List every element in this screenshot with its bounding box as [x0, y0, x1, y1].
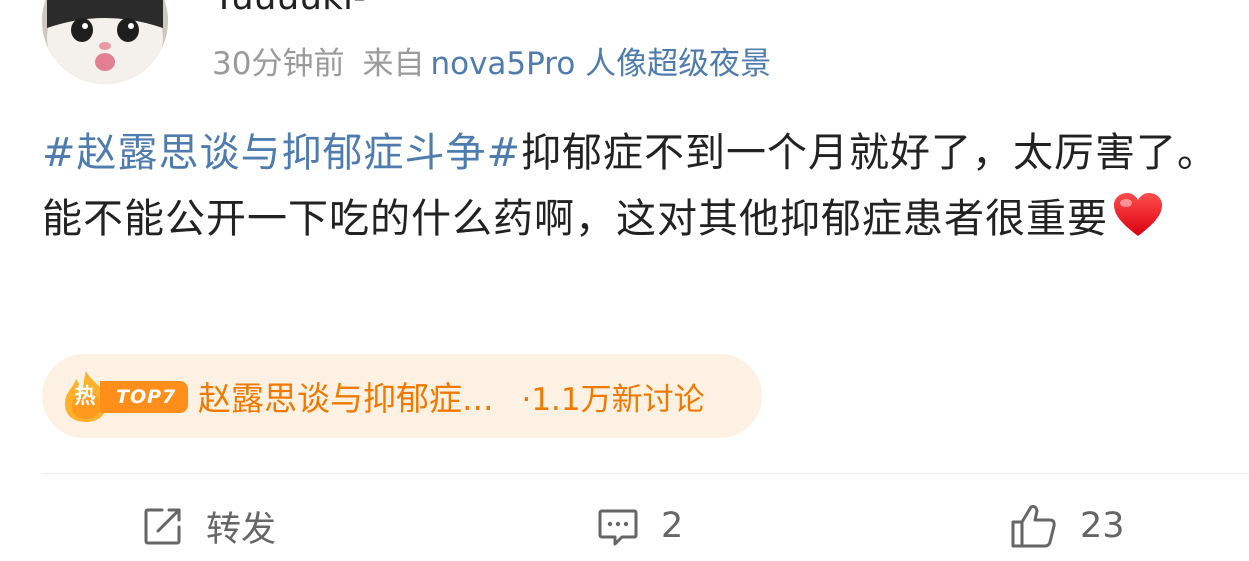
post-time: 30分钟前 — [212, 46, 345, 82]
red-heart-icon — [1112, 192, 1164, 258]
hot-topic-title: 赵露思谈与抑郁症... — [198, 379, 494, 418]
divider — [42, 473, 1249, 474]
comment-count: 2 — [661, 506, 684, 546]
repost-button[interactable]: 转发 — [142, 503, 277, 550]
comment-button[interactable]: 2 — [597, 503, 683, 549]
hot-topic-count: ·1.1万新讨论 — [521, 381, 705, 418]
topic-hashtag-link[interactable]: #赵露思谈与抑郁症斗争# — [42, 130, 521, 176]
like-count: 23 — [1080, 506, 1125, 546]
cat-avatar-image — [42, 0, 168, 84]
hot-char: 热 — [74, 384, 96, 408]
post-meta: 30分钟前 来自 nova5Pro 人像超级夜景 — [212, 44, 771, 84]
repost-icon — [142, 505, 184, 547]
weibo-post: Yuuuuki- 30分钟前来自nova5Pro 人像超级夜景 #赵露思谈与抑郁… — [0, 0, 1249, 561]
source-device-link[interactable]: nova5Pro 人像超级夜景 — [430, 46, 771, 82]
repost-label: 转发 — [206, 509, 277, 550]
comment-icon — [597, 505, 639, 547]
hot-rank-label: TOP7 — [100, 381, 189, 413]
source-label: 来自 — [362, 46, 425, 82]
like-button[interactable]: 23 — [1010, 503, 1125, 549]
avatar[interactable] — [42, 0, 168, 84]
post-content: #赵露思谈与抑郁症斗争#抑郁症不到一个月就好了，太厉害了。能不能公开一下吃的什么… — [42, 120, 1237, 258]
hot-topic-banner[interactable]: 热 TOP7 赵露思谈与抑郁症... ·1.1万新讨论 — [42, 354, 762, 438]
thumbs-up-icon — [1010, 503, 1058, 549]
username[interactable]: Yuuuuki- — [213, 0, 366, 18]
hot-rank-badge: 热 TOP7 — [60, 369, 220, 423]
